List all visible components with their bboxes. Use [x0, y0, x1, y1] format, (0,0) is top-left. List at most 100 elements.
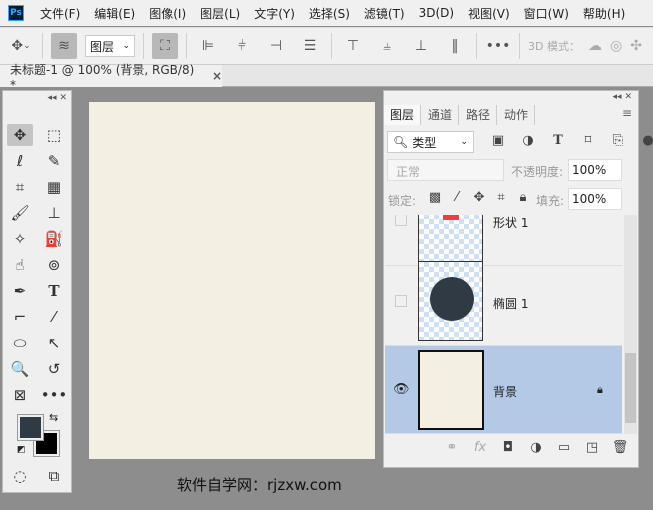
menu-edit[interactable]: 编辑(E) [94, 5, 135, 22]
panel-menu-icon[interactable]: ≡ [622, 106, 632, 120]
document-canvas[interactable] [89, 102, 375, 459]
dodge-tool[interactable]: ⊚ [41, 254, 67, 276]
3d-roll-icon[interactable]: ◎ [610, 38, 622, 54]
menu-help[interactable]: 帮助(H) [583, 5, 625, 22]
opacity-input[interactable]: 100% [568, 159, 622, 181]
lock-pixels-icon[interactable]: ⁄ [448, 190, 466, 205]
scrollbar-thumb[interactable] [625, 353, 636, 423]
eraser-icon: ✧ [13, 230, 27, 248]
frame-tool[interactable]: ▦ [41, 176, 67, 198]
edit-toolbar-button[interactable]: ••• [41, 384, 68, 406]
paint-bucket-tool[interactable]: ⛽ [41, 228, 67, 250]
smudge-tool[interactable]: ☝ [7, 254, 33, 276]
eye-icon[interactable]: 👁︎ [393, 382, 410, 397]
menu-view[interactable]: 视图(V) [468, 5, 510, 22]
layer-name[interactable]: 背景 [493, 383, 517, 400]
fx-icon[interactable]: fx [468, 440, 492, 455]
new-group-icon[interactable]: ▭ [552, 440, 576, 455]
3d-pan-icon[interactable]: ✣ [630, 38, 642, 54]
distribute-button[interactable]: ☰ [297, 33, 323, 59]
adjustment-layer-icon[interactable]: ◑ [524, 440, 548, 455]
lasso-tool[interactable]: ℓ [7, 150, 33, 172]
layer-row-background[interactable]: 👁︎ 背景 🔒︎ [385, 346, 622, 434]
pen-tool[interactable]: ✒ [7, 280, 33, 302]
fill-input[interactable]: 100% [568, 188, 622, 210]
collapse-icon[interactable]: ◂◂ [613, 92, 622, 102]
marquee-tool[interactable]: ⬚ [41, 124, 67, 146]
eraser-tool[interactable]: ✧ [7, 228, 33, 250]
menu-type[interactable]: 文字(Y) [254, 5, 295, 22]
quick-selection-tool[interactable]: ✎ [41, 150, 67, 172]
zoom-tool[interactable]: 🔍 [7, 358, 33, 380]
path-selection-tool[interactable]: ⌐ [7, 306, 33, 328]
lock-transparency-icon[interactable]: ▩ [426, 190, 444, 205]
eyedropper-tool[interactable]: ⁄ [41, 306, 67, 328]
menu-filter[interactable]: 滤镜(T) [364, 5, 405, 22]
smart-object-filter-icon[interactable]: ⎘ [606, 133, 630, 148]
menu-file[interactable]: 文件(F) [40, 5, 80, 22]
type-tool[interactable]: T [41, 280, 67, 302]
history-brush-tool[interactable]: ↺ [41, 358, 67, 380]
frame-placeholder-tool[interactable]: ⊠ [7, 384, 33, 406]
document-tab[interactable]: 未标题-1 @ 100% (背景, RGB/8) * × [0, 63, 222, 92]
type-filter-icon[interactable]: T [546, 133, 570, 148]
distribute-vertical-button[interactable]: ‖ [442, 33, 468, 59]
align-top-button[interactable]: ⊤ [340, 33, 366, 59]
lock-position-icon[interactable]: ✥ [470, 190, 488, 205]
lock-artboard-icon[interactable]: ⌗ [492, 190, 510, 205]
layer-name[interactable]: 形状 1 [493, 215, 528, 231]
tab-channels[interactable]: 通道 [422, 105, 460, 125]
pixel-filter-icon[interactable]: ▣ [486, 133, 510, 148]
menu-layer[interactable]: 图层(L) [200, 5, 240, 22]
align-middle-button[interactable]: ⫨ [374, 33, 400, 59]
brush-icon: 🖌 [10, 204, 30, 222]
ellipse-tool[interactable]: ⬭ [7, 332, 33, 354]
layer-row-ellipse-1[interactable]: 椭圆 1 [385, 256, 622, 346]
brush-tool[interactable]: 🖌 [7, 202, 33, 224]
lock-all-icon[interactable]: 🔒︎ [514, 190, 532, 205]
menu-window[interactable]: 窗口(W) [524, 5, 569, 22]
align-right-button[interactable]: ⊣ [263, 33, 289, 59]
move-tool[interactable]: ✥ [7, 124, 33, 146]
transform-controls-button[interactable]: ⛶ [152, 33, 178, 59]
align-left-button[interactable]: ⊫ [195, 33, 221, 59]
auto-select-button[interactable]: ≋ [51, 33, 77, 59]
layers-scrollbar[interactable] [624, 215, 637, 434]
add-mask-icon[interactable]: ◘ [496, 440, 520, 455]
link-layers-icon[interactable]: ⚭ [440, 440, 464, 455]
collapse-icon[interactable]: ◂◂ [48, 93, 57, 103]
align-bottom-button[interactable]: ⊥ [408, 33, 434, 59]
tab-paths[interactable]: 路径 [460, 105, 498, 125]
more-options-button[interactable]: ••• [485, 33, 511, 59]
visibility-toggle[interactable] [395, 295, 407, 307]
new-layer-icon[interactable]: ◳ [580, 440, 604, 455]
screen-mode-button[interactable]: ⧉ [41, 465, 67, 487]
visibility-toggle[interactable] [395, 215, 407, 226]
foreground-color-swatch[interactable] [17, 414, 44, 441]
align-center-button[interactable]: ⫩ [229, 33, 255, 59]
stamp-tool[interactable]: ⊥ [41, 202, 67, 224]
filter-type-dropdown[interactable]: 🔍︎ 类型 ⌄ [387, 131, 474, 153]
close-icon[interactable]: ✕ [59, 93, 67, 103]
auto-select-dropdown[interactable]: 图层 ⌄ [85, 35, 135, 57]
3d-orbit-icon[interactable]: ☁ [588, 38, 602, 54]
default-colors-icon[interactable]: ◩ [17, 445, 26, 455]
adjustment-filter-icon[interactable]: ◑ [516, 133, 540, 148]
crop-tool[interactable]: ⌗ [7, 176, 33, 198]
trash-icon[interactable]: 🗑︎ [608, 440, 632, 455]
menu-image[interactable]: 图像(I) [149, 5, 186, 22]
tab-layers[interactable]: 图层 [384, 105, 422, 125]
quick-mask-button[interactable]: ◌ [7, 465, 33, 487]
swap-colors-icon[interactable]: ⇆ [49, 411, 58, 424]
blend-mode-dropdown[interactable]: 正常 [387, 159, 504, 181]
filter-toggle-icon[interactable]: ● [636, 133, 653, 148]
move-tool-preset[interactable]: ✥ ⌄ [8, 33, 34, 59]
menu-select[interactable]: 选择(S) [309, 5, 350, 22]
menu-3d[interactable]: 3D(D) [419, 6, 454, 20]
layer-name[interactable]: 椭圆 1 [493, 295, 528, 312]
shape-filter-icon[interactable]: ⌑ [576, 133, 600, 148]
close-icon[interactable]: ✕ [624, 92, 632, 102]
direct-selection-tool[interactable]: ↖ [41, 332, 67, 354]
close-icon[interactable]: × [212, 69, 222, 83]
tab-actions[interactable]: 动作 [498, 105, 536, 125]
